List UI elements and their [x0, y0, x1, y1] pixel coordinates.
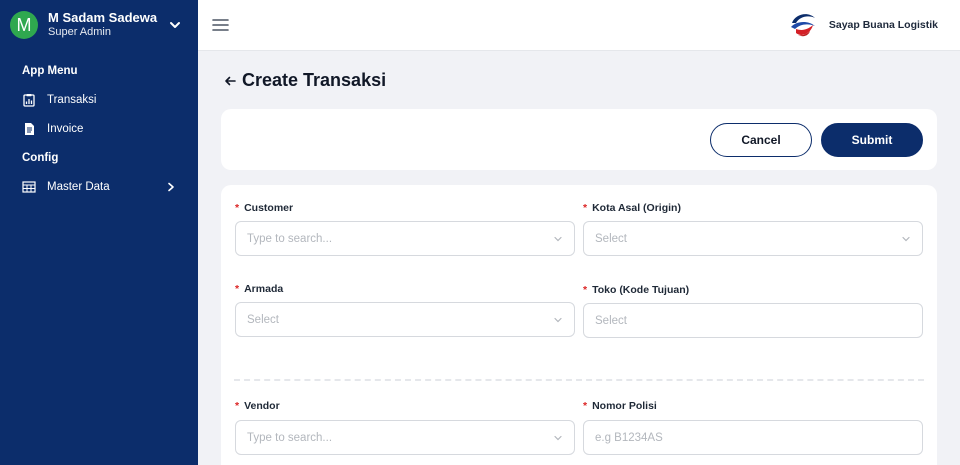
chevron-down-icon [554, 236, 562, 241]
actions-card: Cancel Submit [221, 109, 937, 170]
user-info: M Sadam Sadewa Super Admin [48, 10, 168, 40]
cancel-button[interactable]: Cancel [710, 123, 812, 157]
sidebar-item-label: Invoice [47, 122, 84, 135]
kota-asal-select[interactable]: Select [583, 221, 923, 256]
toko-field: * Toko (Kode Tujuan) Select [583, 283, 923, 338]
page-title: Create Transaksi [242, 70, 387, 90]
field-label: Kota Asal (Origin) [592, 202, 681, 214]
vendor-field: * Vendor Type to search... [235, 399, 575, 455]
user-profile[interactable]: M M Sadam Sadewa Super Admin [0, 0, 198, 50]
vendor-select[interactable]: Type to search... [235, 420, 575, 455]
placeholder-text: Type to search... [247, 431, 333, 444]
brand-logo [788, 10, 819, 40]
user-role: Super Admin [48, 26, 111, 39]
customer-select[interactable]: Type to search... [235, 221, 575, 256]
kota-asal-field: * Kota Asal (Origin) Select [583, 201, 923, 256]
field-label: Toko (Kode Tujuan) [592, 284, 690, 296]
field-label: Nomor Polisi [592, 400, 657, 412]
user-name: M Sadam Sadewa [48, 10, 158, 25]
required-marker: * [583, 202, 588, 214]
placeholder-text: Select [595, 232, 627, 245]
document-icon [22, 122, 36, 136]
nomor-polisi-input[interactable]: e.g B1234AS [583, 420, 923, 455]
placeholder-text: Select [247, 313, 279, 326]
sidebar-item-invoice[interactable]: Invoice [0, 114, 198, 143]
chevron-down-icon[interactable] [168, 18, 182, 32]
avatar: M [10, 11, 38, 39]
chevron-down-icon [554, 317, 562, 322]
submit-button[interactable]: Submit [821, 123, 923, 157]
chevron-down-icon [554, 435, 562, 440]
nomor-polisi-field: * Nomor Polisi e.g B1234AS [583, 399, 923, 455]
sidebar-item-master-data[interactable]: Master Data [0, 172, 198, 201]
sidebar-item-label: Transaksi [47, 93, 97, 106]
toko-select[interactable]: Select [583, 303, 923, 338]
chevron-right-icon [168, 182, 174, 191]
sidebar-item-label: Master Data [47, 180, 110, 193]
required-marker: * [235, 400, 240, 412]
required-marker: * [583, 400, 588, 412]
placeholder-text: Type to search... [247, 232, 333, 245]
section-label-config: Config [22, 151, 59, 164]
customer-field: * Customer Type to search... [235, 201, 575, 256]
required-marker: * [235, 283, 240, 295]
placeholder-text: e.g B1234AS [595, 431, 663, 444]
field-label: Vendor [244, 400, 280, 412]
section-divider [234, 379, 924, 381]
section-label-app-menu: App Menu [22, 64, 78, 77]
chart-clipboard-icon [22, 93, 36, 107]
page-title-container: Create Transaksi [224, 70, 386, 91]
brand-name: Sayap Buana Logistik [828, 19, 938, 31]
field-label: Armada [244, 283, 284, 295]
table-icon [22, 180, 36, 194]
required-marker: * [235, 202, 240, 214]
required-marker: * [583, 284, 588, 296]
field-label: Customer [244, 202, 294, 214]
armada-select[interactable]: Select [235, 302, 575, 337]
sidebar: M M Sadam Sadewa Super Admin App Menu Tr… [0, 0, 198, 465]
hamburger-menu-icon[interactable] [212, 17, 229, 33]
form-card: * Customer Type to search... * Kota Asal (… [221, 185, 937, 465]
sidebar-item-transaksi[interactable]: Transaksi [0, 85, 198, 114]
armada-field: * Armada Select [235, 282, 575, 337]
placeholder-text: Select [595, 314, 627, 327]
brand: Sayap Buana Logistik [788, 9, 938, 41]
top-bar: Sayap Buana Logistik [198, 0, 960, 51]
back-arrow-icon[interactable] [224, 75, 236, 87]
chevron-down-icon [902, 236, 910, 241]
